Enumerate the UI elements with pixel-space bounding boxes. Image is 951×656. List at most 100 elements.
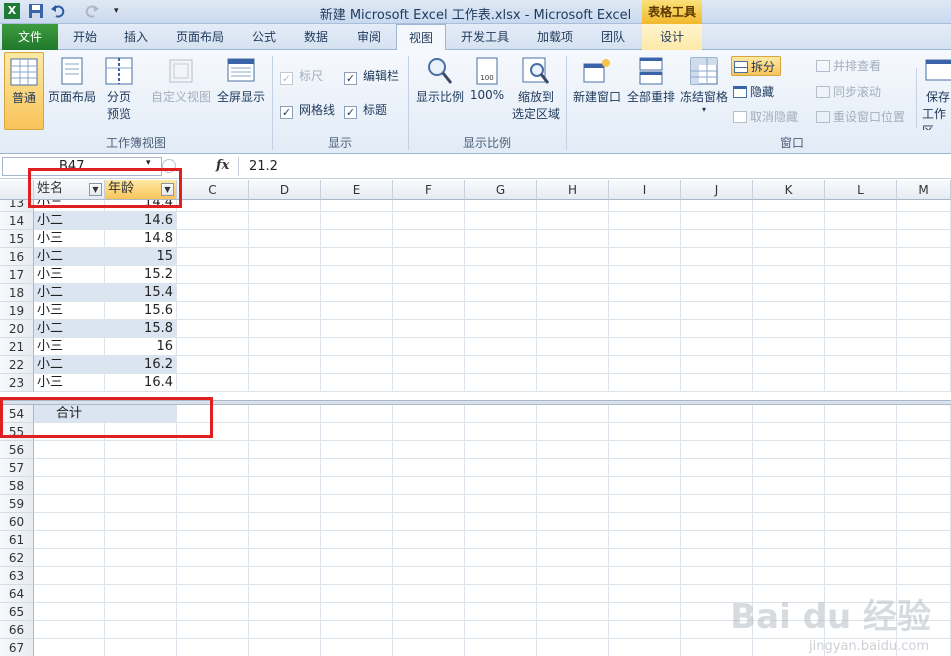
cell[interactable]: [249, 513, 321, 531]
empty-row-col-a[interactable]: [34, 531, 105, 549]
tab-formulas[interactable]: 公式: [240, 24, 288, 50]
empty-row-col-a[interactable]: [34, 459, 105, 477]
row-header[interactable]: 59: [0, 495, 34, 513]
ruler-checkbox[interactable]: ✓ 标尺: [280, 66, 323, 86]
table-row-col-a[interactable]: 小三: [34, 230, 105, 248]
cell[interactable]: [321, 320, 393, 338]
cell[interactable]: [177, 585, 249, 603]
cell[interactable]: [321, 513, 393, 531]
cell[interactable]: [465, 459, 537, 477]
cell[interactable]: [609, 495, 681, 513]
cell[interactable]: [249, 477, 321, 495]
cell[interactable]: [609, 603, 681, 621]
cell[interactable]: [321, 266, 393, 284]
tab-view[interactable]: 视图: [396, 24, 446, 51]
cell[interactable]: [753, 531, 825, 549]
cell[interactable]: [825, 374, 897, 392]
cell[interactable]: [177, 441, 249, 459]
row-header[interactable]: 60: [0, 513, 34, 531]
cell[interactable]: [249, 603, 321, 621]
cell[interactable]: [897, 459, 951, 477]
cell[interactable]: [537, 212, 609, 230]
arrange-all-button[interactable]: 全部重排: [624, 52, 678, 130]
column-header-m[interactable]: M: [897, 180, 951, 200]
table-row-col-b[interactable]: 16: [105, 338, 177, 356]
tab-home[interactable]: 开始: [62, 24, 108, 50]
cell[interactable]: [897, 200, 951, 212]
cell[interactable]: [609, 405, 681, 423]
cell[interactable]: [825, 284, 897, 302]
table-row-col-b[interactable]: 14.8: [105, 230, 177, 248]
empty-row-col-b[interactable]: [105, 567, 177, 585]
cell[interactable]: [897, 441, 951, 459]
cell[interactable]: [753, 248, 825, 266]
cell[interactable]: [393, 459, 465, 477]
name-box-dropdown-icon[interactable]: ▾: [146, 158, 151, 168]
column-header-g[interactable]: G: [465, 180, 537, 200]
formula-input[interactable]: 21.2: [238, 157, 948, 176]
cell[interactable]: [321, 356, 393, 374]
cell[interactable]: [465, 200, 537, 212]
row-header[interactable]: 16: [0, 248, 34, 266]
cell[interactable]: [249, 531, 321, 549]
cell[interactable]: [465, 531, 537, 549]
cell[interactable]: [753, 302, 825, 320]
cell[interactable]: [177, 356, 249, 374]
tab-data[interactable]: 数据: [292, 24, 340, 50]
cell[interactable]: [753, 423, 825, 441]
cell[interactable]: [537, 338, 609, 356]
empty-row-col-a[interactable]: [34, 513, 105, 531]
cell[interactable]: [681, 212, 753, 230]
cell[interactable]: [609, 266, 681, 284]
reset-window-position-button[interactable]: 重设窗口位置: [816, 107, 905, 127]
cell[interactable]: [465, 621, 537, 639]
row-header[interactable]: 61: [0, 531, 34, 549]
cell[interactable]: [321, 441, 393, 459]
cell[interactable]: [825, 302, 897, 320]
cell[interactable]: [249, 495, 321, 513]
cell[interactable]: [681, 639, 753, 656]
cell[interactable]: [393, 230, 465, 248]
table-row-col-a[interactable]: 小三: [34, 266, 105, 284]
empty-row-col-a[interactable]: [34, 441, 105, 459]
cell[interactable]: [321, 603, 393, 621]
cell[interactable]: [465, 374, 537, 392]
cell[interactable]: [753, 549, 825, 567]
cell[interactable]: [753, 513, 825, 531]
cell[interactable]: [825, 230, 897, 248]
cell[interactable]: [897, 495, 951, 513]
empty-row-col-a[interactable]: [34, 639, 105, 656]
cell[interactable]: [465, 230, 537, 248]
column-header-l[interactable]: L: [825, 180, 897, 200]
row-header[interactable]: 65: [0, 603, 34, 621]
cell[interactable]: [393, 423, 465, 441]
new-window-button[interactable]: 新建窗口: [570, 52, 624, 130]
row-header[interactable]: 19: [0, 302, 34, 320]
cell[interactable]: [609, 374, 681, 392]
empty-row-col-a[interactable]: [34, 621, 105, 639]
cell[interactable]: [177, 531, 249, 549]
cell[interactable]: [537, 549, 609, 567]
cell[interactable]: [465, 585, 537, 603]
cell[interactable]: [609, 423, 681, 441]
cell[interactable]: [825, 513, 897, 531]
tab-insert[interactable]: 插入: [112, 24, 160, 50]
cell[interactable]: [465, 266, 537, 284]
cell[interactable]: [537, 531, 609, 549]
cell[interactable]: [321, 567, 393, 585]
row-header[interactable]: 58: [0, 477, 34, 495]
table-row-col-a[interactable]: 小二: [34, 212, 105, 230]
full-screen-button[interactable]: 全屏显示: [214, 52, 268, 130]
cell[interactable]: [537, 356, 609, 374]
cell[interactable]: [897, 320, 951, 338]
cell[interactable]: [177, 338, 249, 356]
cell[interactable]: [537, 567, 609, 585]
table-row-col-b[interactable]: 15.6: [105, 302, 177, 320]
cell[interactable]: [681, 459, 753, 477]
cell[interactable]: [393, 549, 465, 567]
cell[interactable]: [825, 531, 897, 549]
cell[interactable]: [537, 459, 609, 477]
cell[interactable]: [321, 531, 393, 549]
cell[interactable]: [321, 423, 393, 441]
cell[interactable]: [393, 621, 465, 639]
